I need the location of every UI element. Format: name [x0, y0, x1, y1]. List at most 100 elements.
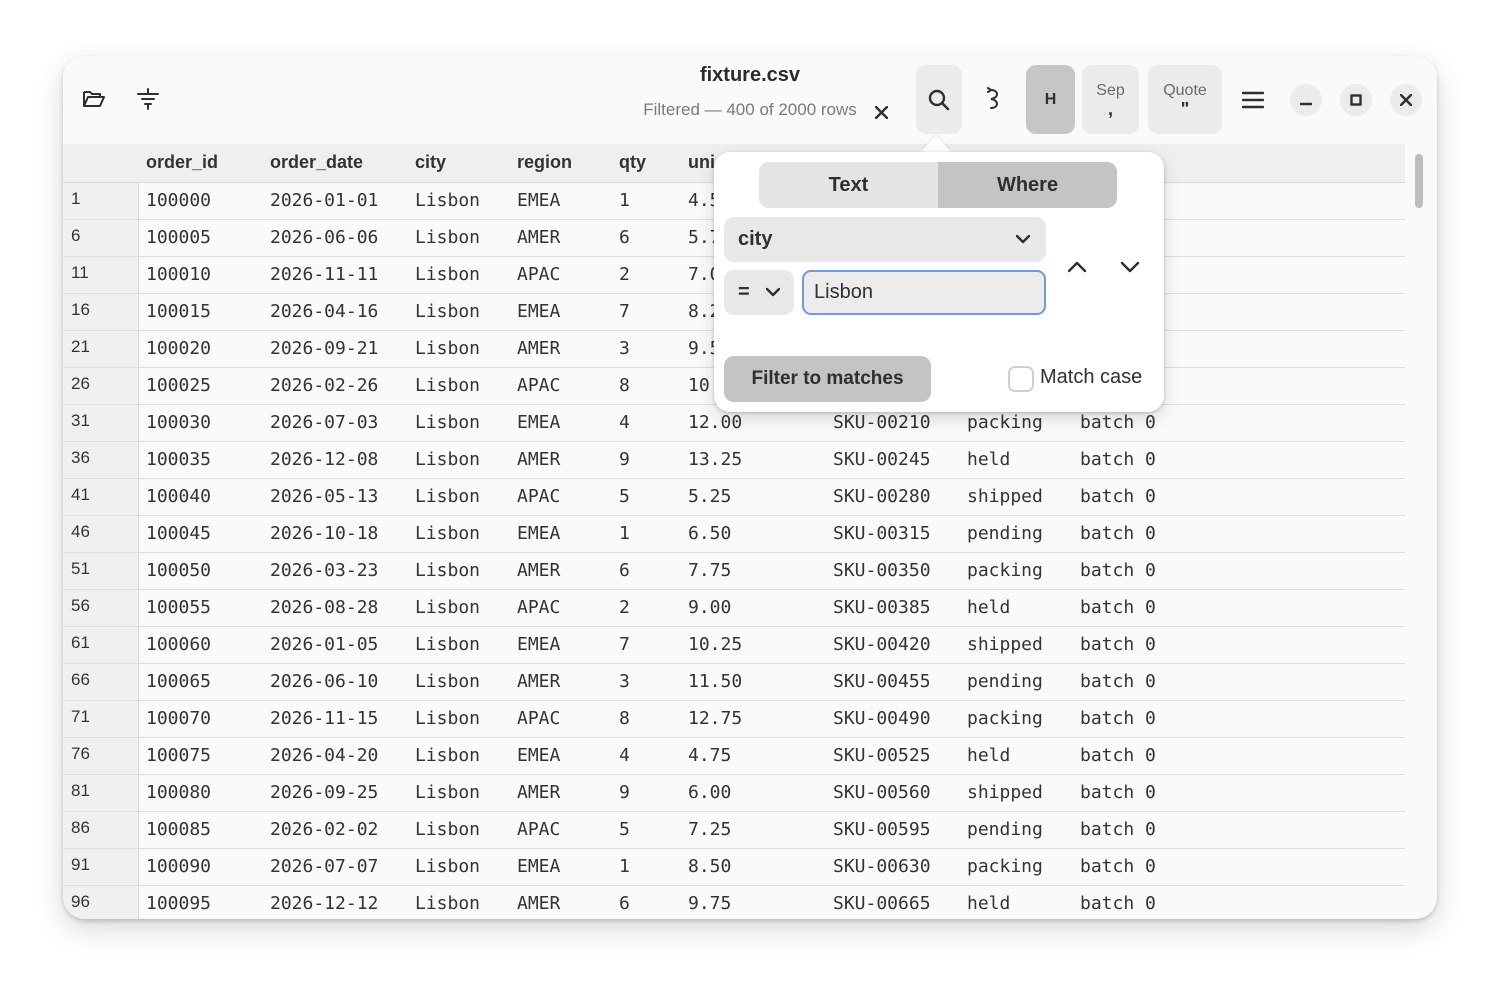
column-header[interactable]: order_id	[146, 152, 218, 173]
open-file-button[interactable]	[75, 80, 113, 118]
table-cell[interactable]: 2026-10-18	[270, 523, 378, 544]
table-cell[interactable]: 2026-11-11	[270, 264, 378, 285]
table-cell[interactable]: 2026-02-26	[270, 375, 378, 396]
column-select[interactable]: city	[724, 217, 1046, 262]
table-cell[interactable]: 6	[619, 227, 630, 248]
table-cell[interactable]: APAC	[517, 486, 560, 507]
close-window-button[interactable]	[1390, 84, 1422, 116]
table-cell[interactable]: APAC	[517, 375, 560, 396]
table-cell[interactable]: 2026-01-05	[270, 634, 378, 655]
table-cell[interactable]: SKU-00665	[833, 893, 931, 914]
table-row[interactable]: 81 100080 2026-09-25 Lisbon AMER 9 6.00 SKU-005…	[63, 775, 1405, 812]
search-toggle-button[interactable]	[916, 65, 962, 134]
table-row[interactable]: 71 100070 2026-11-15 Lisbon APAC 8 12.75 SKU-00…	[63, 701, 1405, 738]
table-cell[interactable]: Lisbon	[415, 782, 480, 803]
table-cell[interactable]: 8	[619, 708, 630, 729]
table-cell[interactable]: Lisbon	[415, 449, 480, 470]
table-cell[interactable]: 100030	[146, 412, 211, 433]
table-cell[interactable]: 100050	[146, 560, 211, 581]
table-cell[interactable]: 100000	[146, 190, 211, 211]
table-cell[interactable]: 8	[619, 375, 630, 396]
table-cell[interactable]: pending	[967, 671, 1043, 692]
filter-menu-button[interactable]	[129, 80, 167, 118]
table-cell[interactable]: SKU-00560	[833, 782, 931, 803]
table-row[interactable]: 41 100040 2026-05-13 Lisbon APAC 5 5.25 SKU-002…	[63, 479, 1405, 516]
table-cell[interactable]: Lisbon	[415, 671, 480, 692]
tab-where[interactable]: Where	[938, 162, 1117, 208]
table-cell[interactable]: 2	[619, 597, 630, 618]
table-cell[interactable]: 100075	[146, 745, 211, 766]
table-cell[interactable]: packing	[967, 560, 1043, 581]
table-cell[interactable]: Lisbon	[415, 597, 480, 618]
table-cell[interactable]: 100080	[146, 782, 211, 803]
table-cell[interactable]: Lisbon	[415, 301, 480, 322]
table-cell[interactable]: 2026-05-13	[270, 486, 378, 507]
table-cell[interactable]: batch 0	[1080, 819, 1156, 840]
filter-value-input[interactable]	[802, 270, 1046, 315]
table-cell[interactable]: 9	[619, 449, 630, 470]
table-cell[interactable]: APAC	[517, 597, 560, 618]
table-cell[interactable]: batch 0	[1080, 708, 1156, 729]
maximize-button[interactable]	[1340, 84, 1372, 116]
column-header[interactable]: city	[415, 152, 446, 173]
table-cell[interactable]: held	[967, 745, 1010, 766]
table-cell[interactable]: EMEA	[517, 301, 560, 322]
table-cell[interactable]: 6	[619, 893, 630, 914]
table-cell[interactable]: 100040	[146, 486, 211, 507]
table-cell[interactable]: 100025	[146, 375, 211, 396]
table-cell[interactable]: batch 0	[1080, 671, 1156, 692]
table-cell[interactable]: Lisbon	[415, 819, 480, 840]
table-cell[interactable]: SKU-00245	[833, 449, 931, 470]
minimize-button[interactable]	[1290, 84, 1322, 116]
table-cell[interactable]: Lisbon	[415, 745, 480, 766]
table-cell[interactable]: Lisbon	[415, 338, 480, 359]
go-to-button[interactable]	[974, 80, 1012, 118]
table-cell[interactable]: SKU-00315	[833, 523, 931, 544]
table-cell[interactable]: 9.75	[688, 893, 731, 914]
table-cell[interactable]: Lisbon	[415, 893, 480, 914]
table-cell[interactable]: batch 0	[1080, 634, 1156, 655]
table-cell[interactable]: 11.50	[688, 671, 742, 692]
table-cell[interactable]: 2026-07-07	[270, 856, 378, 877]
table-cell[interactable]: pending	[967, 523, 1043, 544]
table-cell[interactable]: AMER	[517, 782, 560, 803]
previous-match-button[interactable]	[1057, 247, 1097, 287]
table-cell[interactable]: 7	[619, 301, 630, 322]
table-cell[interactable]: 100070	[146, 708, 211, 729]
table-cell[interactable]: 100085	[146, 819, 211, 840]
table-cell[interactable]: 2026-04-16	[270, 301, 378, 322]
table-cell[interactable]: APAC	[517, 264, 560, 285]
table-cell[interactable]: held	[967, 449, 1010, 470]
table-cell[interactable]: AMER	[517, 560, 560, 581]
table-cell[interactable]: 2	[619, 264, 630, 285]
table-cell[interactable]: 5	[619, 486, 630, 507]
table-cell[interactable]: 1	[619, 856, 630, 877]
table-cell[interactable]: SKU-00455	[833, 671, 931, 692]
table-cell[interactable]: packing	[967, 412, 1043, 433]
table-cell[interactable]: SKU-00420	[833, 634, 931, 655]
table-cell[interactable]: batch 0	[1080, 449, 1156, 470]
table-row[interactable]: 61 100060 2026-01-05 Lisbon EMEA 7 10.25 SKU-00…	[63, 627, 1405, 664]
table-cell[interactable]: batch 0	[1080, 523, 1156, 544]
table-cell[interactable]: 100035	[146, 449, 211, 470]
table-cell[interactable]: AMER	[517, 671, 560, 692]
table-cell[interactable]: Lisbon	[415, 634, 480, 655]
table-cell[interactable]: 100060	[146, 634, 211, 655]
table-cell[interactable]: AMER	[517, 449, 560, 470]
table-cell[interactable]: 2026-02-02	[270, 819, 378, 840]
table-cell[interactable]: SKU-00350	[833, 560, 931, 581]
table-cell[interactable]: 2026-12-08	[270, 449, 378, 470]
table-row[interactable]: 66 100065 2026-06-10 Lisbon AMER 3 11.50 SKU-00…	[63, 664, 1405, 701]
table-cell[interactable]: SKU-00280	[833, 486, 931, 507]
table-cell[interactable]: 9	[619, 782, 630, 803]
table-cell[interactable]: APAC	[517, 819, 560, 840]
table-cell[interactable]: 100090	[146, 856, 211, 877]
vertical-scrollbar[interactable]	[1415, 154, 1423, 208]
table-cell[interactable]: shipped	[967, 486, 1043, 507]
next-match-button[interactable]	[1110, 247, 1150, 287]
table-cell[interactable]: 8.50	[688, 856, 731, 877]
table-cell[interactable]: 2026-07-03	[270, 412, 378, 433]
table-row[interactable]: 46 100045 2026-10-18 Lisbon EMEA 1 6.50 SKU-003…	[63, 516, 1405, 553]
table-cell[interactable]: SKU-00595	[833, 819, 931, 840]
clear-filter-button[interactable]	[867, 98, 895, 126]
